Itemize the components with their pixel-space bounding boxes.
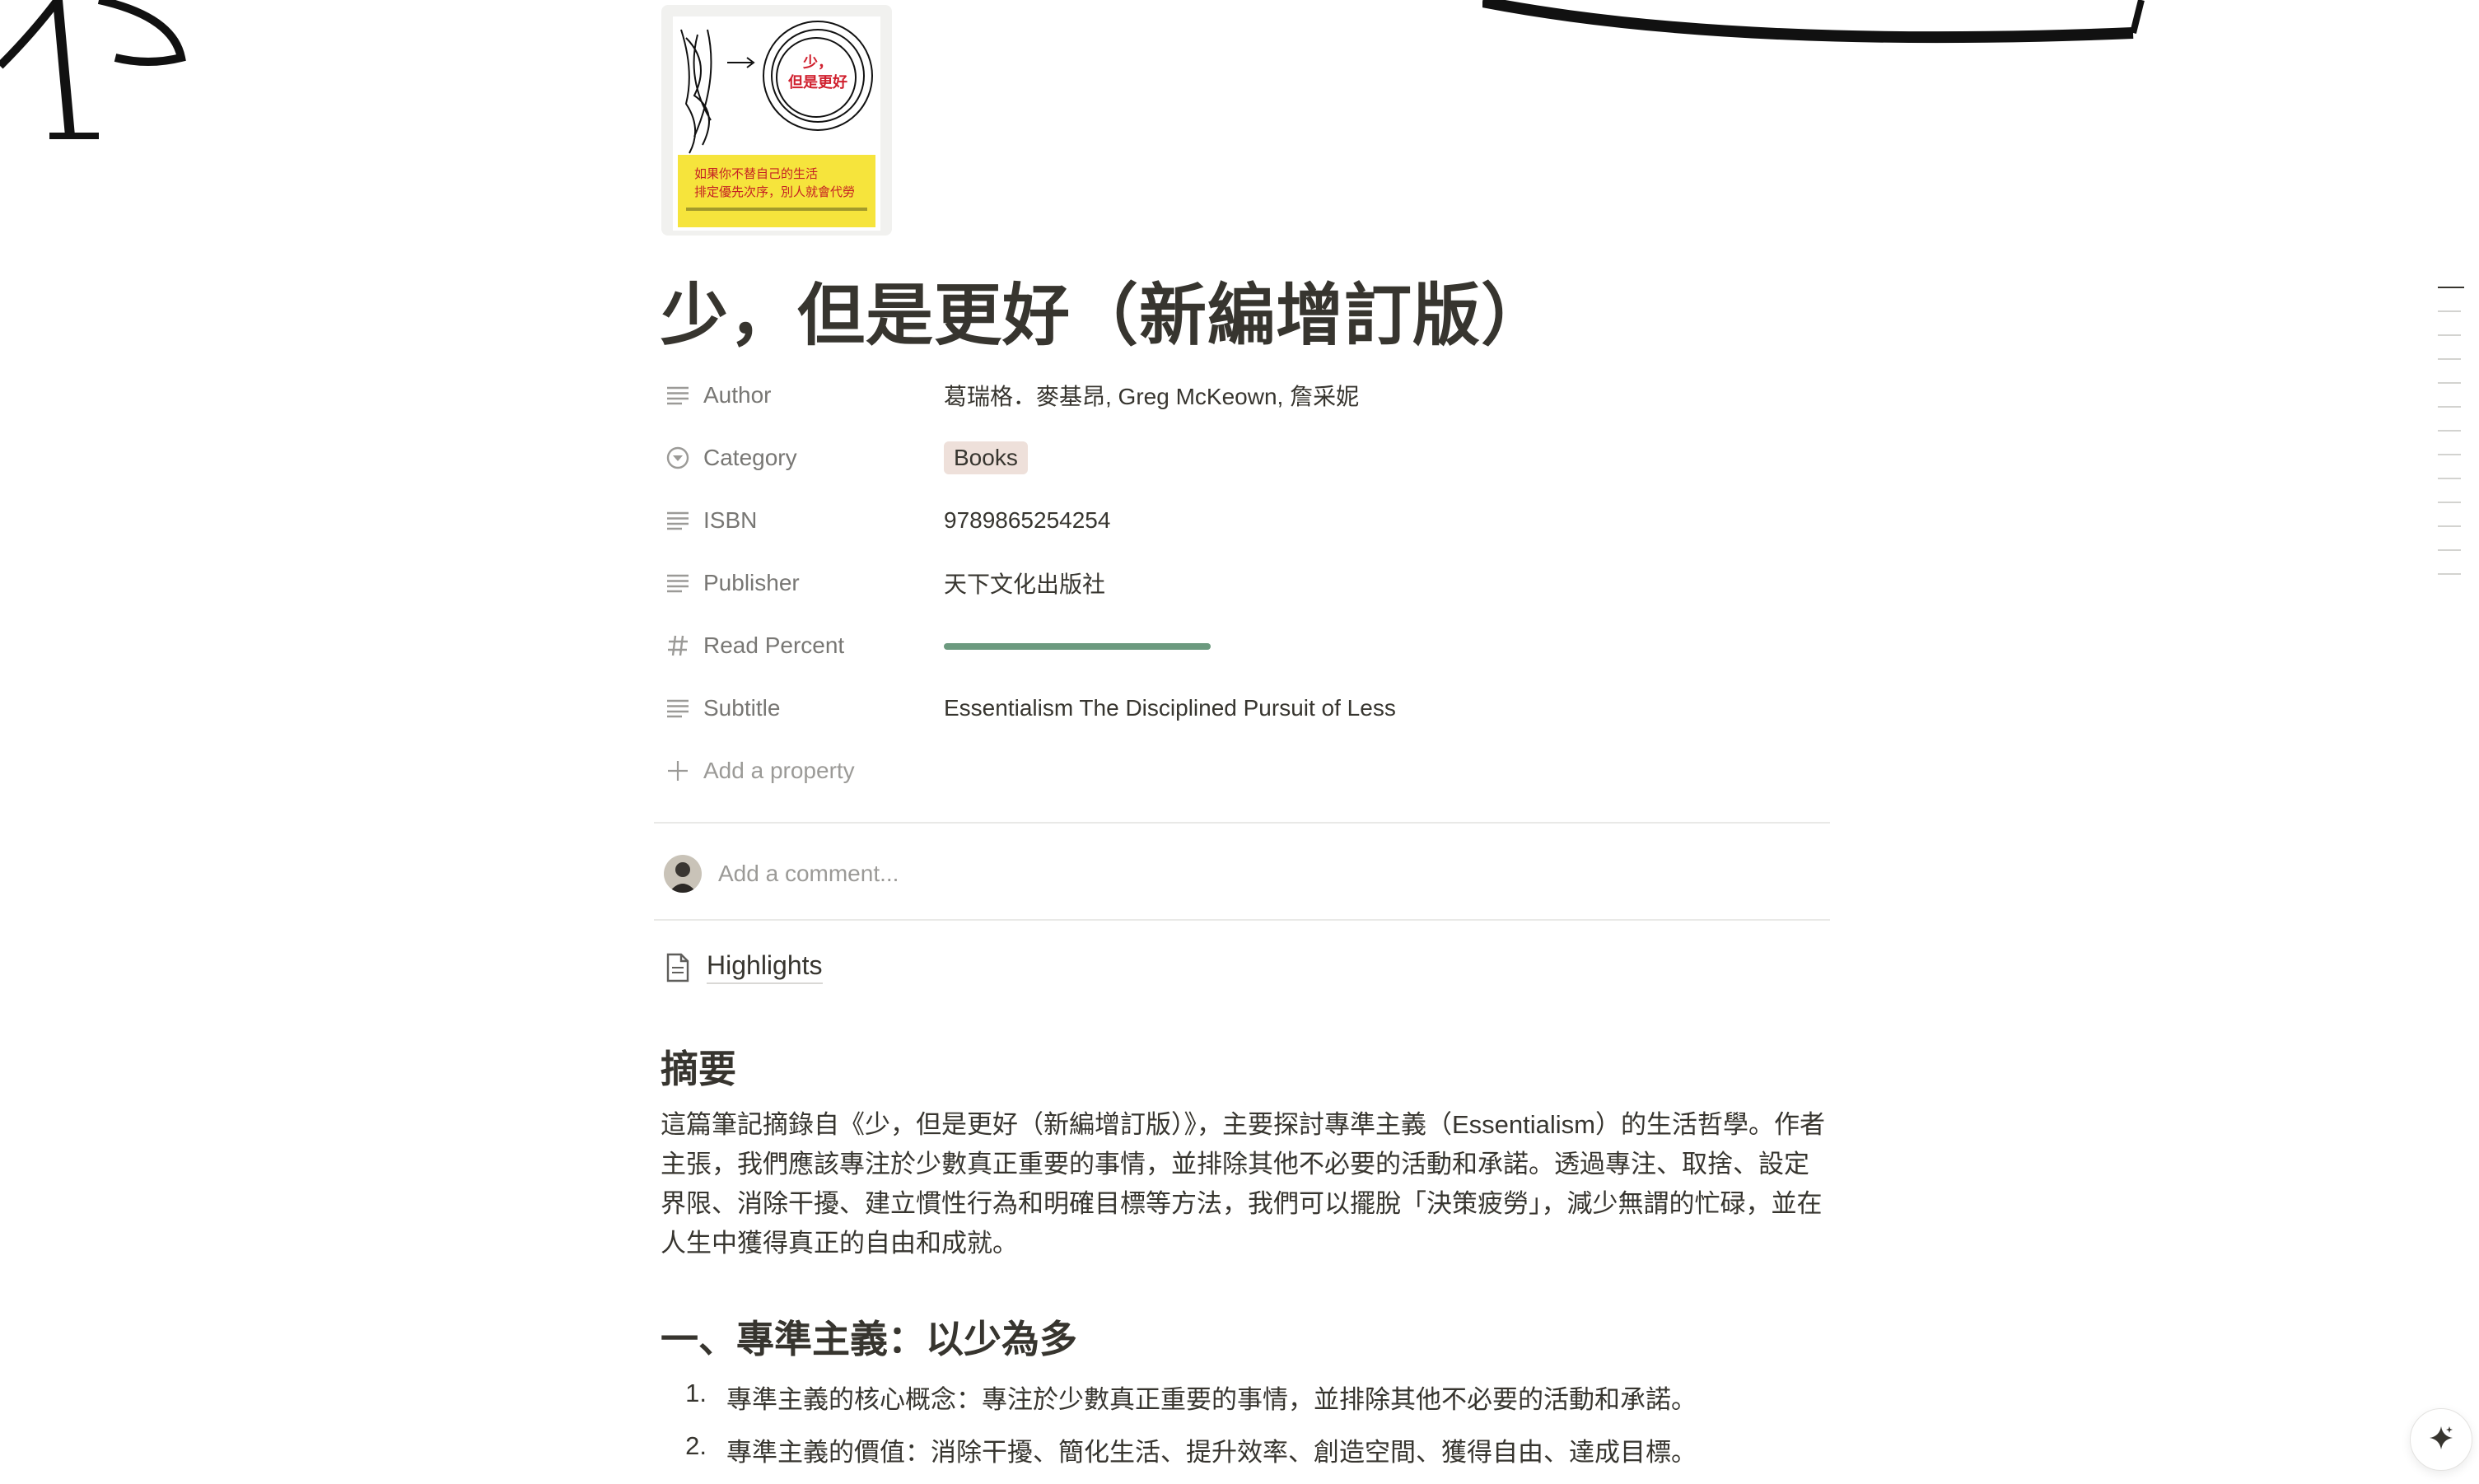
text-lines-icon: [664, 381, 692, 409]
property-value-subtitle[interactable]: Essentialism The Disciplined Pursuit of …: [944, 695, 1396, 721]
property-label: ISBN: [703, 507, 758, 533]
document-icon: [664, 953, 692, 982]
toc-marker: [2438, 358, 2461, 360]
toc-marker: [2438, 310, 2461, 312]
toc-marker: [2438, 454, 2461, 455]
toc-marker: [2438, 549, 2461, 551]
toc-marker: [2438, 334, 2461, 336]
property-name-author[interactable]: Author: [664, 381, 944, 409]
toc-marker: [2438, 430, 2461, 432]
page-title[interactable]: 少，但是更好（新編增訂版）: [661, 260, 1549, 358]
property-publisher[interactable]: Publisher 天下文化出版社: [664, 552, 1833, 614]
property-name-isbn[interactable]: ISBN: [664, 506, 944, 534]
category-tag[interactable]: Books: [944, 441, 1028, 474]
properties-list: Author 葛瑞格．麥基昂, Greg McKeown, 詹采妮 Catego…: [664, 364, 1833, 802]
toc-marker: [2438, 406, 2461, 408]
property-author[interactable]: Author 葛瑞格．麥基昂, Greg McKeown, 詹采妮: [664, 364, 1833, 427]
toc-marker: [2438, 502, 2461, 503]
text-lines-icon: [664, 694, 692, 722]
property-label: Read Percent: [703, 632, 845, 658]
ai-assistant-button[interactable]: [2410, 1408, 2472, 1471]
list-item[interactable]: 2. 專準主義的價值：消除干擾、簡化生活、提升效率、創造空間、獲得自由、達成目標…: [661, 1431, 1697, 1484]
heading-section-1[interactable]: 一、專準主義：以少為多: [661, 1309, 1077, 1364]
toc-marker: [2438, 382, 2461, 384]
property-label: Author: [703, 382, 772, 408]
comment-input[interactable]: Add a comment...: [718, 861, 899, 887]
page-cover-fragment: [1481, 0, 2224, 58]
numbered-list: 1. 專準主義的核心概念：專注於少數真正重要的事情，並排除其他不必要的活動和承諾…: [661, 1379, 1697, 1484]
toc-marker: [2438, 525, 2461, 527]
summary-paragraph[interactable]: 這篇筆記摘錄自《少，但是更好（新編增訂版）》，主要探討專準主義（Essentia…: [661, 1105, 1830, 1263]
subpage-link-highlights[interactable]: Highlights: [664, 950, 823, 984]
property-name-read-percent[interactable]: Read Percent: [664, 632, 944, 660]
book-cover-tagline-2: 排定優先次序，別人就會代勞: [694, 184, 855, 199]
list-number: 1.: [685, 1379, 707, 1407]
comment-composer[interactable]: Add a comment...: [664, 855, 899, 893]
property-read-percent[interactable]: Read Percent: [664, 614, 1833, 677]
text-lines-icon: [664, 569, 692, 597]
toc-marker: [2438, 573, 2461, 575]
toc-marker: [2438, 478, 2461, 479]
select-circle-icon: [664, 444, 692, 472]
property-name-category[interactable]: Category: [664, 444, 944, 472]
property-category[interactable]: Category Books: [664, 427, 1833, 489]
divider: [654, 919, 1830, 921]
text-lines-icon: [664, 506, 692, 534]
property-isbn[interactable]: ISBN 9789865254254: [664, 489, 1833, 552]
sparkle-icon: [2427, 1424, 2455, 1456]
svg-text:少，: 少，: [802, 54, 833, 72]
subpage-label: Highlights: [707, 950, 823, 984]
list-number: 2.: [685, 1431, 707, 1460]
list-item-text: 專準主義的價值：消除干擾、簡化生活、提升效率、創造空間、獲得自由、達成目標。: [726, 1438, 1697, 1467]
list-item[interactable]: 1. 專準主義的核心概念：專注於少數真正重要的事情，並排除其他不必要的活動和承諾…: [661, 1379, 1697, 1431]
list-item-text: 專準主義的核心概念：專注於少數真正重要的事情，並排除其他不必要的活動和承諾。: [726, 1385, 1697, 1414]
property-value-isbn[interactable]: 9789865254254: [944, 507, 1110, 534]
property-label: Publisher: [703, 570, 800, 595]
book-cover-image[interactable]: 少， 但是更好 如果你不替自己的生活 排定優先次序，別人就會代勞: [661, 5, 892, 236]
add-property-label: Add a property: [703, 758, 855, 783]
property-name-publisher[interactable]: Publisher: [664, 569, 944, 597]
page-cover-fragment: [0, 0, 198, 140]
property-label: Subtitle: [703, 695, 781, 721]
heading-summary[interactable]: 摘要: [661, 1039, 736, 1094]
avatar: [664, 855, 702, 893]
book-cover-tagline-1: 如果你不替自己的生活: [694, 166, 818, 181]
toc-marker: [2438, 287, 2464, 288]
svg-text:但是更好: 但是更好: [787, 73, 847, 91]
plus-icon: [664, 757, 692, 785]
divider: [654, 822, 1830, 824]
hash-icon: [664, 632, 692, 660]
property-value-author[interactable]: 葛瑞格．麥基昂, Greg McKeown, 詹采妮: [944, 379, 1359, 412]
table-of-contents-minimap[interactable]: [2438, 287, 2464, 597]
add-property-button[interactable]: Add a property: [664, 740, 1833, 802]
property-label: Category: [703, 445, 797, 470]
read-progress-fill: [944, 643, 1211, 650]
read-progress-bar[interactable]: [944, 643, 1211, 650]
property-subtitle[interactable]: Subtitle Essentialism The Disciplined Pu…: [664, 677, 1833, 740]
property-name-subtitle[interactable]: Subtitle: [664, 694, 944, 722]
property-value-publisher[interactable]: 天下文化出版社: [944, 567, 1105, 600]
